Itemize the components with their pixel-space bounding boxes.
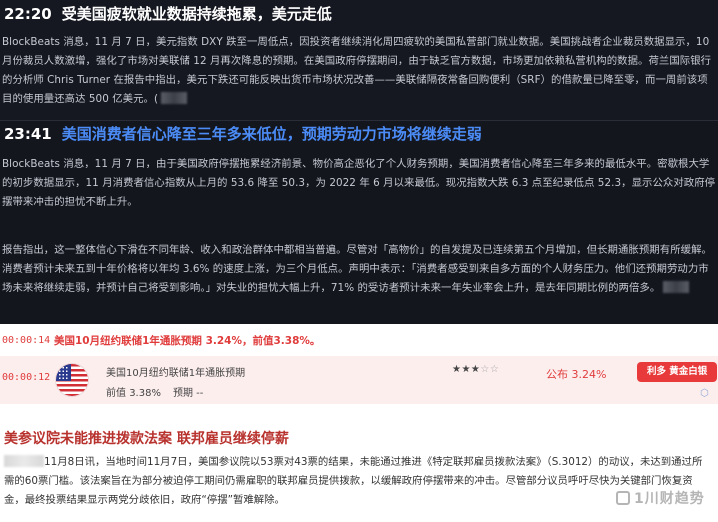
flash-row[interactable]: 00:00:14 美国10月纽约联储1年通胀预期 3.24%，前值3.38%。 (0, 330, 718, 352)
news-headline[interactable]: 22:20 受美国疲软就业数据持续拖累，美元走低 (4, 1, 332, 27)
indicator-actual: 公布 3.24% (546, 368, 607, 381)
news-body-paragraph-2: 报告指出，这一整体信心下滑在不同年龄、收入和政治群体中都相当普遍。尽管对「高物价… (2, 244, 712, 294)
news-item-dollar: 22:20 受美国疲软就业数据持续拖累，美元走低 BlockBeats 消息，11… (0, 0, 718, 121)
flash-time: 00:00:14 (2, 335, 51, 346)
indicator-row[interactable]: 00:00:12 美国10月纽约联储1年通胀预期 前值 3.38% 预期 -- ★… (0, 356, 718, 404)
indicator-previous: 前值 3.38% 预期 -- (106, 388, 204, 399)
news-time: 23:41 (4, 125, 52, 143)
impact-badge[interactable]: 利多 黄金白银 (637, 362, 718, 382)
news-time: 22:20 (4, 5, 52, 23)
article-body: 11月8日讯，当地时间11月7日，美国参议院以53票对43票的结果，未能通过推进… (4, 455, 703, 506)
news-body: BlockBeats 消息，11 月 7 日，美元指数 DXY 跌至一周低点，因… (2, 36, 712, 105)
indicator-name: 美国10月纽约联储1年通胀预期 (106, 368, 246, 379)
watermark-logo-icon (616, 491, 630, 505)
blurred-source (161, 92, 188, 104)
indicator-forecast: 预期 -- (172, 388, 204, 399)
cube-icon[interactable]: ⬡ (700, 388, 709, 399)
watermark: 1川财趋势 (616, 488, 705, 508)
article-title[interactable]: 美参议院未能推进拨款法案 联邦雇员继续停薪 (4, 428, 289, 448)
importance-stars-icon: ★★★☆☆ (452, 364, 500, 375)
blurred-source (663, 281, 690, 293)
news-item-consumer-confidence: 23:41 美国消费者信心降至三年多来低位，预期劳动力市场将继续走弱 BlockB… (0, 121, 718, 324)
news-body-paragraph-1: BlockBeats 消息，11 月 7 日，由于美国政府停摆拖累经济前景、物价… (2, 158, 716, 208)
indicator-time: 00:00:12 (2, 372, 51, 383)
news-headline[interactable]: 23:41 美国消费者信心降至三年多来低位，预期劳动力市场将继续走弱 (4, 121, 482, 147)
blurred-source (4, 455, 44, 467)
news-title: 受美国疲软就业数据持续拖累，美元走低 (61, 5, 332, 23)
news-title: 美国消费者信心降至三年多来低位，预期劳动力市场将继续走弱 (61, 125, 482, 143)
flash-headline: 美国10月纽约联储1年通胀预期 3.24%，前值3.38%。 (54, 335, 321, 347)
us-flag-icon (56, 364, 88, 396)
economic-data-section: 00:00:14 美国10月纽约联储1年通胀预期 3.24%，前值3.38%。 … (0, 324, 718, 522)
